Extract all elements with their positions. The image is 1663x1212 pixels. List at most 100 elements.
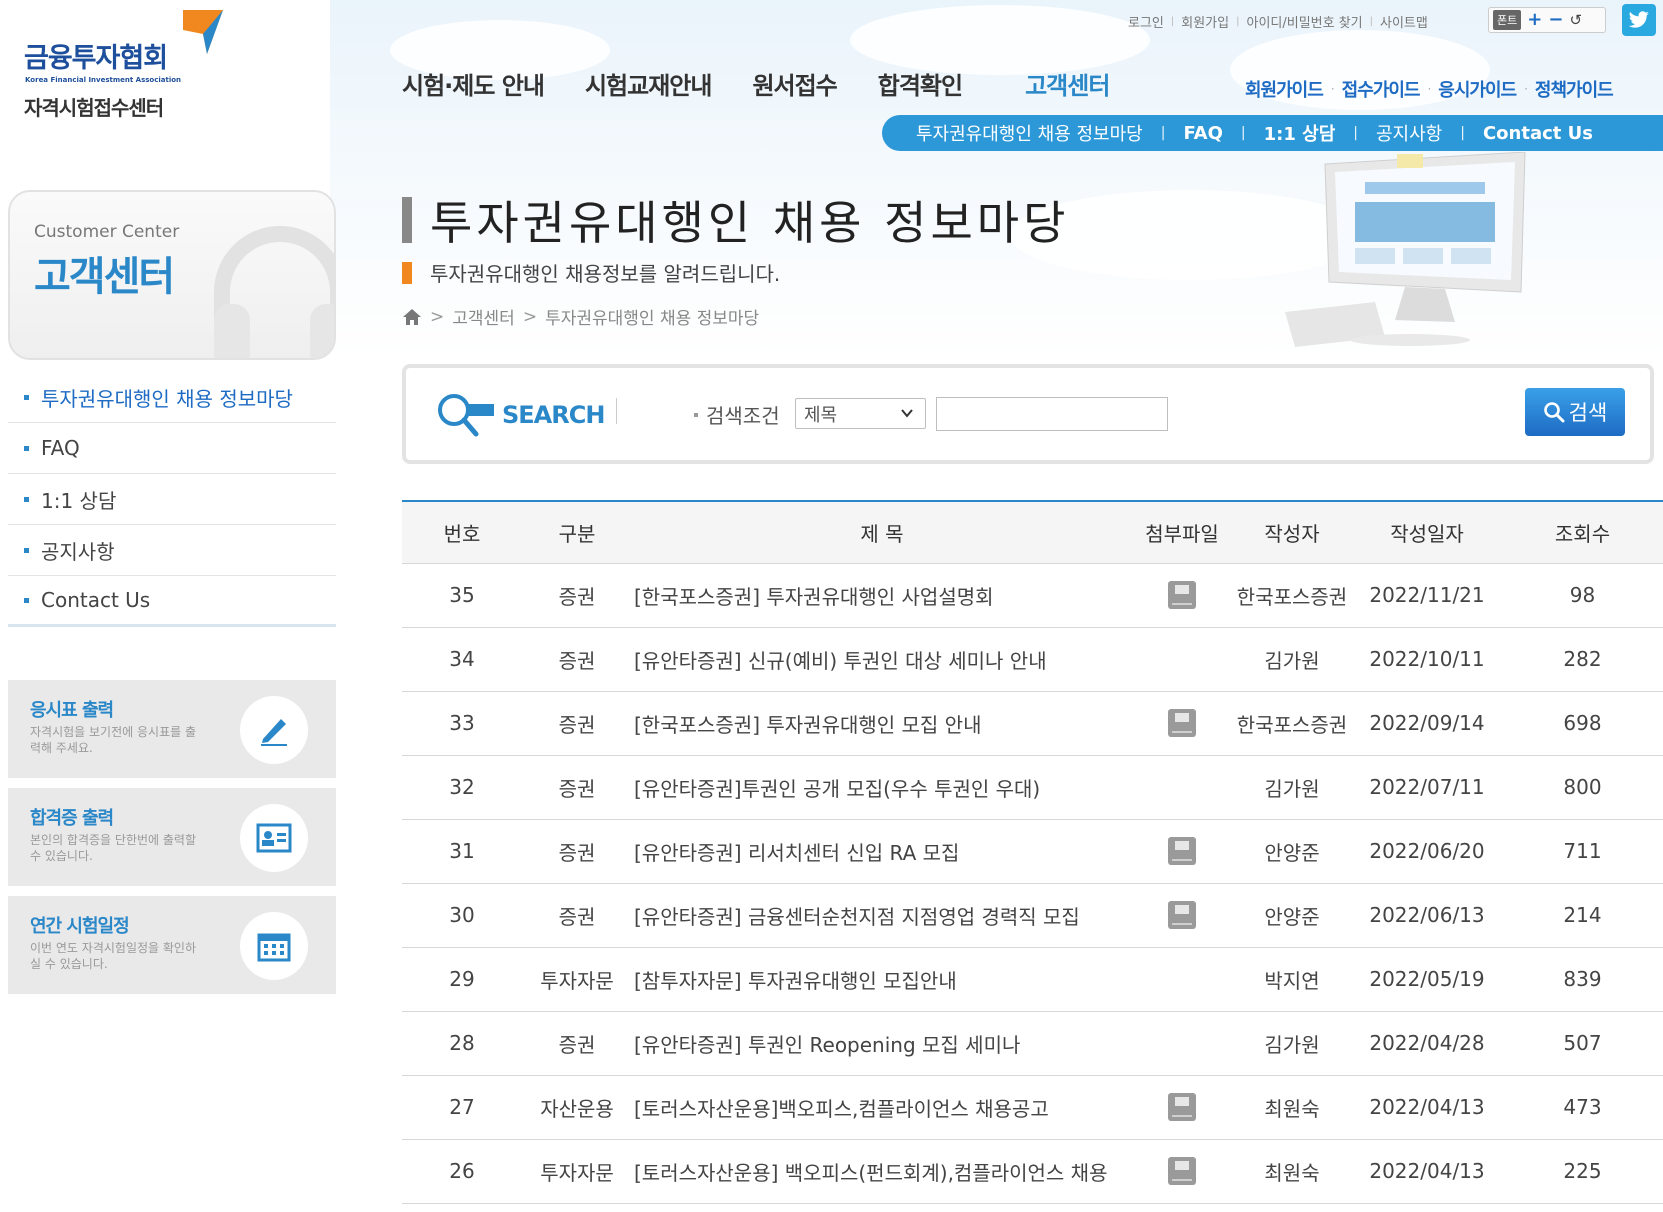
font-increase-button[interactable]: + — [1527, 11, 1542, 29]
attachment-file-icon[interactable] — [1168, 837, 1196, 865]
row-date: 2022/04/28 — [1352, 1011, 1502, 1076]
sidebar-item-recruit-info[interactable]: 투자권유대행인 채용 정보마당 — [8, 372, 336, 423]
table-row[interactable]: 32 증권 [유안타증권]투권인 공개 모집(우수 투권인 우대) 김가원 2022/0… — [402, 755, 1663, 820]
subnav-contact[interactable]: Contact Us — [1483, 123, 1593, 144]
attachment-file-icon[interactable] — [1168, 901, 1196, 929]
twitter-icon[interactable] — [1622, 4, 1656, 36]
bullet — [694, 412, 698, 417]
exam-guide-link[interactable]: 응시가이드 — [1438, 76, 1517, 102]
search-condition-select[interactable]: 제목 — [795, 398, 926, 429]
row-date: 2022/07/11 — [1352, 755, 1502, 820]
quick-desc: 자격시험을 보기전에 응시표를 출력해 주세요. — [30, 725, 197, 755]
find-account-link[interactable]: 아이디/비밀번호 찾기 — [1246, 12, 1362, 31]
row-author: 한국포스증권 — [1232, 691, 1352, 756]
row-no: 29 — [402, 947, 522, 1012]
gnb-application[interactable]: 원서접수 — [752, 66, 837, 101]
twitter-bird-icon — [1628, 11, 1649, 28]
policy-guide-link[interactable]: 정책가이드 — [1535, 76, 1614, 102]
row-subject-link[interactable]: [유안타증권] 금융센터순천지점 지점영업 경력직 모집 — [632, 883, 1132, 948]
table-row[interactable]: 28 증권 [유안타증권] 투권인 Reopening 모집 세미나 김가원 2022/… — [402, 1011, 1663, 1076]
attachment-file-icon[interactable] — [1168, 581, 1196, 609]
table-row[interactable]: 34 증권 [유안타증권] 신규(예비) 투권인 대상 세미나 안내 김가원 2022/… — [402, 627, 1663, 692]
breadcrumb-item[interactable]: 고객센터 — [452, 304, 515, 329]
row-views: 282 — [1502, 627, 1663, 692]
chevron-right-icon: > — [522, 306, 538, 327]
search-keyword-input[interactable] — [936, 397, 1168, 431]
chevron-down-icon — [901, 409, 913, 418]
search-icon — [1543, 402, 1565, 423]
row-views: 698 — [1502, 691, 1663, 756]
member-guide-link[interactable]: 회원가이드 — [1245, 76, 1324, 102]
sidebar-item-faq[interactable]: FAQ — [8, 423, 336, 474]
row-subject-link[interactable]: [참투자자문] 투자권유대행인 모집안내 — [632, 947, 1132, 1012]
row-author: 최원숙 — [1232, 1139, 1352, 1204]
search-button[interactable]: 검색 — [1525, 388, 1625, 436]
row-author: 김가원 — [1232, 755, 1352, 820]
site-logo[interactable]: 금융투자협회 Korea Financial Investment Associ… — [22, 8, 223, 120]
divider: | — [1170, 16, 1175, 27]
cloud — [850, 5, 1150, 75]
row-subject-link[interactable]: [토러스자산운용] 백오피스(펀드회계),컴플라이언스 채용 — [632, 1139, 1132, 1204]
attachment-file-icon[interactable] — [1168, 1157, 1196, 1185]
sidebar-item-notice[interactable]: 공지사항 — [8, 525, 336, 576]
bullet — [24, 597, 29, 603]
column-header-no: 번호 — [402, 501, 522, 564]
login-link[interactable]: 로그인 — [1128, 12, 1164, 31]
quick-ticket-print[interactable]: 응시표 출력 자격시험을 보기전에 응시표를 출력해 주세요. — [8, 680, 336, 778]
home-icon[interactable] — [402, 308, 422, 326]
table-body: 35 증권 [한국포스증권] 투자권유대행인 사업설명회 한국포스증권 2022/11/… — [402, 563, 1663, 1204]
row-subject-link[interactable]: [유안타증권] 리서치센터 신입 RA 모집 — [632, 819, 1132, 884]
row-subject-link[interactable]: [유안타증권] 투권인 Reopening 모집 세미나 — [632, 1011, 1132, 1076]
row-subject-link[interactable]: [유안타증권]투권인 공개 모집(우수 투권인 우대) — [632, 755, 1132, 820]
row-subject-link[interactable]: [유안타증권] 신규(예비) 투권인 대상 세미나 안내 — [632, 627, 1132, 692]
subnav-faq[interactable]: FAQ — [1183, 123, 1222, 144]
quick-exam-schedule[interactable]: 연간 시험일정 이번 연도 자격시험일정을 확인하실 수 있습니다. — [8, 896, 336, 994]
row-subject-link[interactable]: [한국포스증권] 투자권유대행인 모집 안내 — [632, 691, 1132, 756]
subnav-recruit-info[interactable]: 투자권유대행인 채용 정보마당 — [916, 120, 1143, 146]
sitemap-link[interactable]: 사이트맵 — [1380, 12, 1428, 31]
table-row[interactable]: 33 증권 [한국포스증권] 투자권유대행인 모집 안내 한국포스증권 2022/09/… — [402, 691, 1663, 756]
sidebar-item-contact[interactable]: Contact Us — [8, 576, 336, 627]
search-condition-label: 검색조건 — [694, 400, 780, 429]
table-row[interactable]: 31 증권 [유안타증권] 리서치센터 신입 RA 모집 안양준 2022/06/20 7… — [402, 819, 1663, 884]
quick-certificate-print[interactable]: 합격증 출력 본인의 합격증을 단한번에 출력할 수 있습니다. — [8, 788, 336, 886]
gnb-customer-center[interactable]: 고객센터 — [1025, 66, 1110, 101]
row-category: 증권 — [522, 691, 632, 756]
table-row[interactable]: 29 투자자문 [참투자자문] 투자권유대행인 모집안내 박지연 2022/05/19 8… — [402, 947, 1663, 1012]
sidebar-item-consult[interactable]: 1:1 상담 — [8, 474, 336, 525]
table-row[interactable]: 30 증권 [유안타증권] 금융센터순천지점 지점영업 경력직 모집 안양준 2022/… — [402, 883, 1663, 948]
gnb-exam-system[interactable]: 시험·제도 안내 — [402, 66, 545, 101]
subnav-notice[interactable]: 공지사항 — [1376, 120, 1442, 146]
table-row[interactable]: 26 투자자문 [토러스자산운용] 백오피스(펀드회계),컴플라이언스 채용 최원숙 2… — [402, 1139, 1663, 1204]
search-logo-text: SEARCH — [502, 401, 605, 429]
attachment-file-icon[interactable] — [1168, 709, 1196, 737]
column-header-category: 구분 — [522, 501, 632, 564]
row-attachment — [1132, 627, 1232, 692]
row-author: 안양준 — [1232, 819, 1352, 884]
quick-desc: 본인의 합격증을 단한번에 출력할 수 있습니다. — [30, 833, 197, 863]
divider: | — [1160, 125, 1166, 141]
divider: · — [1427, 82, 1431, 96]
row-subject-link[interactable]: [한국포스증권] 투자권유대행인 사업설명회 — [632, 563, 1132, 628]
gnb-textbook[interactable]: 시험교재안내 — [585, 66, 712, 101]
row-views: 800 — [1502, 755, 1663, 820]
subnav-consult[interactable]: 1:1 상담 — [1264, 120, 1336, 146]
row-no: 28 — [402, 1011, 522, 1076]
row-date: 2022/11/21 — [1352, 563, 1502, 628]
row-no: 30 — [402, 883, 522, 948]
row-views: 473 — [1502, 1075, 1663, 1140]
join-link[interactable]: 회원가입 — [1181, 12, 1229, 31]
row-subject-link[interactable]: [토러스자산운용]백오피스,컴플라이언스 채용공고 — [632, 1075, 1132, 1140]
row-attachment — [1132, 1075, 1232, 1140]
divider: · — [1330, 82, 1335, 96]
breadcrumb-item[interactable]: 투자권유대행인 채용 정보마당 — [545, 304, 759, 329]
attachment-file-icon[interactable] — [1168, 1093, 1196, 1121]
gnb-pass-check[interactable]: 합격확인 — [878, 66, 963, 101]
column-header-date: 작성일자 — [1352, 501, 1502, 564]
application-guide-link[interactable]: 접수가이드 — [1342, 76, 1421, 102]
font-reset-button[interactable]: ↺ — [1569, 11, 1582, 29]
table-row[interactable]: 35 증권 [한국포스증권] 투자권유대행인 사업설명회 한국포스증권 2022/11/… — [402, 563, 1663, 628]
calendar-icon — [240, 912, 308, 980]
table-row[interactable]: 27 자산운용 [토러스자산운용]백오피스,컴플라이언스 채용공고 최원숙 2022/0… — [402, 1075, 1663, 1140]
font-decrease-button[interactable]: − — [1548, 11, 1563, 29]
